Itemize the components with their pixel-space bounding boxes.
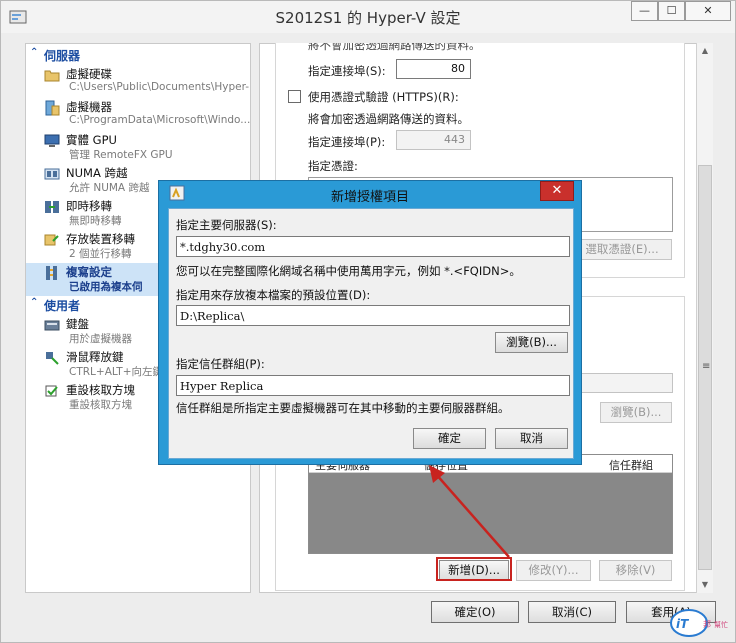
dialog-ok-button[interactable]: 確定 [413, 428, 486, 449]
maximize-button[interactable]: ☐ [658, 1, 685, 21]
folder-server-icon [45, 100, 60, 116]
http-port-label: 指定連接埠(S): [308, 64, 386, 78]
storage-location-input[interactable]: D:\Replica\ [176, 305, 570, 326]
svg-text:幫忙: 幫忙 [714, 620, 728, 629]
https-port-input[interactable]: 443 [396, 130, 471, 150]
storage-migration-icon [44, 234, 59, 246]
browse-button-behind[interactable]: 瀏覽(B)... [600, 402, 672, 423]
tree-item-sub: C:\Users\Public\Documents\Hyper-... [69, 81, 251, 93]
tree-item-label: 實體 GPU [66, 133, 117, 147]
trust-group-label: 指定信任群組(P): [176, 357, 265, 371]
storage-location-label: 指定用來存放複本檔案的預設位置(D): [176, 288, 371, 302]
trust-group-hint-text: 信任群組是所指定主要虛擬機器可在其中移動的主要伺服器群組。 [176, 401, 510, 415]
hyper-v-settings-window: S2012S1 的 Hyper-V 設定 — ☐ ✕ ⌃ 伺服器 虛擬硬碟 C:… [0, 0, 736, 643]
section-user-label: 使用者 [44, 299, 81, 313]
folder-icon [44, 70, 60, 82]
grip-icon: ≡ [702, 361, 711, 372]
replication-icon [46, 266, 57, 280]
tree-item-physical-gpu[interactable]: 實體 GPU 管理 RemoteFX GPU [26, 131, 250, 164]
https-note-text: 將會加密透過網路傳送的資料。 [308, 112, 469, 126]
tree-item-sub: 重設核取方塊 [69, 399, 132, 411]
window-title: S2012S1 的 Hyper-V 設定 [275, 9, 461, 27]
certificate-label: 指定憑證: [308, 159, 358, 173]
monitor-gpu-icon [44, 134, 60, 147]
chevron-up-icon: ⌃ [30, 297, 39, 308]
cancel-button[interactable]: 取消(C) [528, 601, 616, 623]
tree-item-sub: 用於虛擬機器 [69, 333, 132, 345]
tree-item-label: 存放裝置移轉 [66, 232, 135, 246]
tree-item-sub: 允許 NUMA 跨越 [69, 182, 150, 194]
primary-server-label: 指定主要伺服器(S): [176, 218, 277, 232]
tree-item-label: 虛擬機器 [66, 100, 112, 114]
red-arrow-annotation [429, 465, 510, 558]
chevron-up-icon: ⌃ [30, 47, 39, 58]
tree-item-sub: C:\ProgramData\Microsoft\Windo... [69, 114, 251, 126]
section-server-label: 伺服器 [44, 49, 81, 63]
tree-item-sub: 無即時移轉 [69, 215, 122, 227]
primary-server-input[interactable]: *.tdghy30.com [176, 236, 570, 257]
title-bar: S2012S1 的 Hyper-V 設定 — ☐ ✕ [1, 1, 735, 33]
right-pane-scrollbar[interactable]: ▲ ≡ ▼ [696, 43, 713, 593]
tree-item-virtual-machines[interactable]: 虛擬機器 C:\ProgramData\Microsoft\Windo... [26, 98, 250, 131]
trust-group-input[interactable]: Hyper Replica [176, 375, 570, 396]
dialog-browse-button[interactable]: 瀏覽(B)... [495, 332, 568, 353]
ok-button[interactable]: 確定(O) [431, 601, 519, 623]
https-port-label: 指定連接埠(P): [308, 135, 386, 149]
tree-item-label: 滑鼠釋放鍵 [66, 350, 124, 364]
minimize-button[interactable]: — [631, 1, 658, 21]
tree-item-label: 虛擬硬碟 [66, 67, 112, 81]
dialog-cancel-button[interactable]: 取消 [495, 428, 568, 449]
https-checkbox[interactable] [288, 90, 301, 103]
tree-item-label: 複寫設定 [66, 265, 112, 279]
keyboard-icon [44, 320, 60, 331]
remove-authorization-button[interactable]: 移除(V) [599, 560, 672, 581]
scroll-thumb[interactable]: ≡ [698, 165, 712, 570]
dialog-body: 指定主要伺服器(S): *.tdghy30.com 您可以在完整國際化網域名稱中… [168, 208, 574, 459]
window-close-button[interactable]: ✕ [685, 1, 731, 21]
tree-item-label: 鍵盤 [66, 317, 89, 331]
wildcard-hint-text: 您可以在完整國際化網域名稱中使用萬用字元，例如 *.<FQIDN>。 [176, 264, 521, 278]
tree-item-label: 重設核取方塊 [66, 383, 135, 397]
tree-item-sub: 管理 RemoteFX GPU [69, 149, 173, 161]
reset-checkbox-icon [45, 385, 58, 397]
storage-path-field-behind [581, 373, 673, 393]
tree-item-sub: CTRL+ALT+向左鍵 [69, 366, 163, 378]
scroll-down-icon[interactable]: ▼ [697, 577, 713, 593]
tree-item-label: NUMA 跨越 [66, 166, 128, 180]
tree-item-virtual-hard-disks[interactable]: 虛擬硬碟 C:\Users\Public\Documents\Hyper-... [26, 65, 250, 98]
select-certificate-button[interactable]: 選取憑證(E)... [572, 239, 672, 260]
http-port-input[interactable]: 80 [396, 59, 471, 79]
ithome-watermark-logo: iT 邦 幫忙 [670, 609, 728, 637]
add-authorization-dialog: 新增授權項目 ✕ 指定主要伺服器(S): *.tdghy30.com 您可以在完… [158, 180, 582, 465]
live-migration-icon [45, 201, 59, 213]
mouse-release-icon [46, 352, 59, 365]
section-server[interactable]: ⌃ 伺服器 [26, 47, 250, 63]
column-trust-group[interactable]: 信任群組 [609, 457, 653, 473]
dialog-close-button[interactable]: ✕ [540, 181, 574, 201]
http-note-text: 將不會加密透過網路傳送的資料。 [308, 38, 481, 52]
tree-item-sub: 已啟用為複本伺 [69, 281, 143, 293]
https-checkbox-label: 使用憑證式驗證 (HTTPS)(R): [308, 90, 459, 104]
svg-text:iT: iT [676, 617, 689, 631]
dialog-title: 新增授權項目 [330, 190, 409, 205]
tree-item-sub: 2 個並行移轉 [69, 248, 132, 260]
svg-text:邦: 邦 [703, 619, 711, 629]
tree-item-label: 即時移轉 [66, 199, 112, 213]
scroll-up-icon[interactable]: ▲ [697, 43, 713, 59]
edit-authorization-button[interactable]: 修改(Y)... [516, 560, 591, 581]
numa-icon [44, 168, 60, 180]
